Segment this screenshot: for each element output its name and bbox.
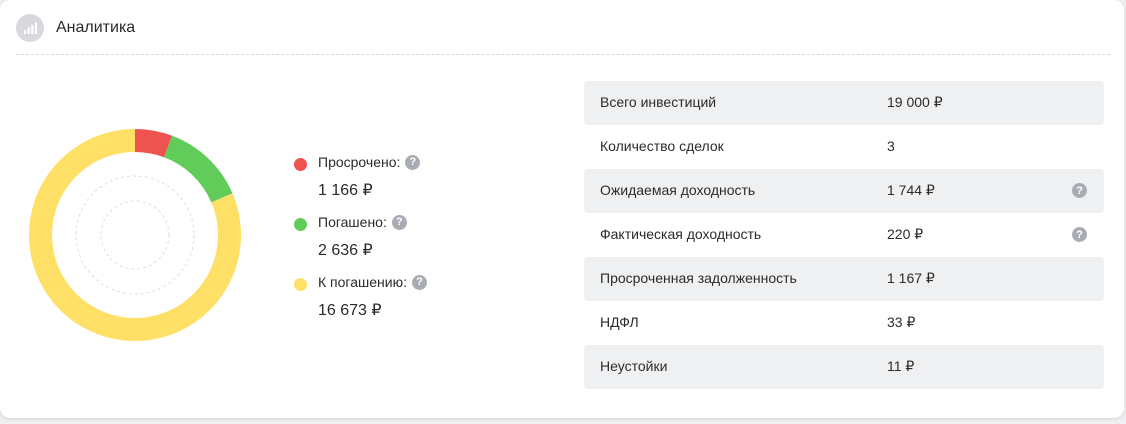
stat-value: 1 167 ₽ [887, 270, 935, 286]
stat-label: НДФЛ [600, 314, 639, 330]
stat-label: Всего инвестиций [600, 94, 717, 110]
stat-row-overdue-debt: Просроченная задолженность 1 167 ₽ [584, 257, 1104, 301]
stat-label: Просроченная задолженность [600, 270, 797, 286]
stat-label: Фактическая доходность [600, 226, 762, 242]
help-icon[interactable]: ? [391, 214, 407, 230]
legend-value-to-repay: 16 673 ₽ [318, 302, 382, 319]
legend-dot-overdue [294, 158, 307, 171]
stat-value: 220 ₽ [887, 226, 924, 242]
help-icon[interactable]: ? [405, 154, 421, 170]
analytics-card: Аналитика Просрочено: ? 1 166 ₽ Погашено… [0, 0, 1124, 418]
legend-label-repaid: Погашено: [318, 214, 387, 230]
help-icon[interactable]: ? [1072, 227, 1087, 242]
stat-value: 19 000 ₽ [887, 94, 943, 110]
donut-chart [29, 129, 241, 341]
card-header: Аналитика [16, 12, 135, 44]
stat-row-penalties: Неустойки 11 ₽ [584, 345, 1104, 389]
donut-inner-guide-inner [100, 200, 170, 270]
stat-row-deals-count: Количество сделок 3 [584, 125, 1104, 169]
stat-row-total-investments: Всего инвестиций 19 000 ₽ [584, 81, 1104, 125]
donut-inner-guide-outer [75, 175, 195, 295]
header-divider [16, 54, 1110, 55]
stat-label: Ожидаемая доходность [600, 182, 756, 198]
help-icon[interactable]: ? [1072, 183, 1087, 198]
legend-label-overdue: Просрочено: [318, 154, 401, 170]
card-title: Аналитика [56, 19, 136, 36]
stat-value: 3 [887, 138, 895, 154]
donut-slice-repaid[interactable] [164, 135, 233, 203]
stat-value: 11 ₽ [887, 358, 915, 374]
legend-label-to-repay: К погашению: [318, 274, 407, 290]
stat-row-income-tax: НДФЛ 33 ₽ [584, 301, 1104, 345]
legend-value-overdue: 1 166 ₽ [318, 182, 373, 199]
stat-row-actual-return: Фактическая доходность 220 ₽ ? [584, 213, 1104, 257]
bar-chart-icon [16, 14, 44, 42]
stat-value: 33 ₽ [887, 314, 916, 330]
legend-dot-repaid [294, 218, 307, 231]
stat-row-expected-return: Ожидаемая доходность 1 744 ₽ ? [584, 169, 1104, 213]
stat-label: Количество сделок [600, 138, 724, 154]
stats-table: Всего инвестиций 19 000 ₽ Количество сде… [584, 81, 1104, 389]
help-icon[interactable]: ? [411, 274, 427, 290]
stat-value: 1 744 ₽ [887, 182, 935, 198]
stat-label: Неустойки [600, 358, 668, 374]
legend-value-repaid: 2 636 ₽ [318, 242, 373, 259]
legend-dot-to-repay [294, 278, 307, 291]
